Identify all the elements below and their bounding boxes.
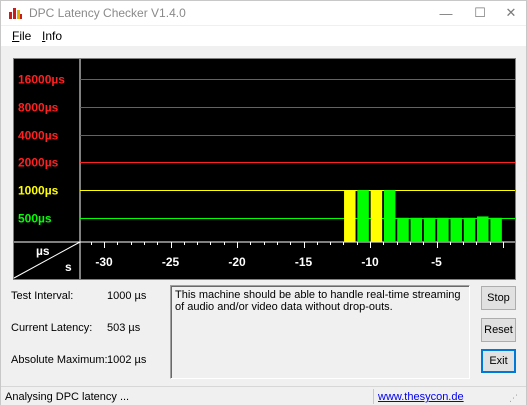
y-tick-label: 1000µs <box>18 184 59 198</box>
app-bar-chart-icon <box>8 6 23 20</box>
close-icon[interactable]: ✕ <box>495 1 527 25</box>
latency-bar <box>477 216 489 242</box>
latency-bar <box>344 190 356 242</box>
result-message: This machine should be able to handle re… <box>170 285 470 379</box>
title-bar[interactable]: DPC Latency Checker V1.4.0 — ☐ ✕ <box>1 1 526 25</box>
current-latency-value: 503 µs <box>107 322 141 334</box>
x-tick-label: -15 <box>295 255 313 269</box>
x-tick-label: -25 <box>162 255 180 269</box>
dpc-latency-checker-window: DPC Latency Checker V1.4.0 — ☐ ✕ File In… <box>0 0 527 405</box>
test-interval-label: Test Interval: <box>11 290 74 302</box>
y-tick-label: 4000µs <box>18 129 59 143</box>
latency-bar <box>423 217 436 242</box>
menu-info-label: nfo <box>45 29 63 43</box>
x-tick-label: -30 <box>95 255 113 269</box>
x-tick-label: -20 <box>228 255 246 269</box>
x-tick-label: -5 <box>431 255 442 269</box>
resize-grip-icon[interactable]: ⋰ <box>509 393 523 405</box>
test-interval-value: 1000 µs <box>107 290 147 302</box>
y-tick-label: 8000µs <box>18 101 59 115</box>
latency-bar <box>437 217 449 242</box>
latency-bar <box>410 217 423 242</box>
status-text: Analysing DPC latency ... <box>5 391 130 403</box>
window-title: DPC Latency Checker V1.4.0 <box>29 6 186 20</box>
latency-chart-svg: 16000µs 8000µs 4000µs 2000µs 1000µs 500µs -30 -… <box>14 59 515 279</box>
reset-button[interactable]: Reset <box>481 318 516 342</box>
latency-bar <box>357 190 369 242</box>
absolute-maximum-value: 1002 µs <box>107 354 147 366</box>
latency-bar <box>370 190 383 242</box>
x-unit-label: s <box>65 260 72 274</box>
exit-button[interactable]: Exit <box>481 349 516 373</box>
latency-bar <box>397 217 409 242</box>
y-unit-label: µs <box>36 244 50 258</box>
menu-file[interactable]: File <box>12 29 31 43</box>
menu-info[interactable]: Info <box>42 29 62 43</box>
menu-bar: File Info <box>1 26 526 46</box>
absolute-maximum-label: Absolute Maximum: <box>11 354 108 366</box>
status-bar: Analysing DPC latency ... www.thesycon.d… <box>1 386 526 405</box>
y-tick-label: 2000µs <box>18 156 59 170</box>
x-tick-label: -10 <box>361 255 379 269</box>
y-tick-label: 16000µs <box>18 73 65 87</box>
stop-button[interactable]: Stop <box>481 286 516 310</box>
y-tick-label: 500µs <box>18 212 52 226</box>
maximize-icon[interactable]: ☐ <box>464 1 496 25</box>
current-latency-label: Current Latency: <box>11 322 93 334</box>
minimize-icon[interactable]: — <box>430 1 462 25</box>
menu-file-label: ile <box>19 29 32 43</box>
latency-bar <box>383 190 396 242</box>
website-link[interactable]: www.thesycon.de <box>378 391 464 403</box>
status-divider <box>373 389 374 404</box>
latency-bar <box>450 217 462 242</box>
latency-bar <box>463 217 476 242</box>
latency-bar <box>490 217 502 242</box>
latency-graph: 16000µs 8000µs 4000µs 2000µs 1000µs 500µs -30 -… <box>13 58 516 280</box>
